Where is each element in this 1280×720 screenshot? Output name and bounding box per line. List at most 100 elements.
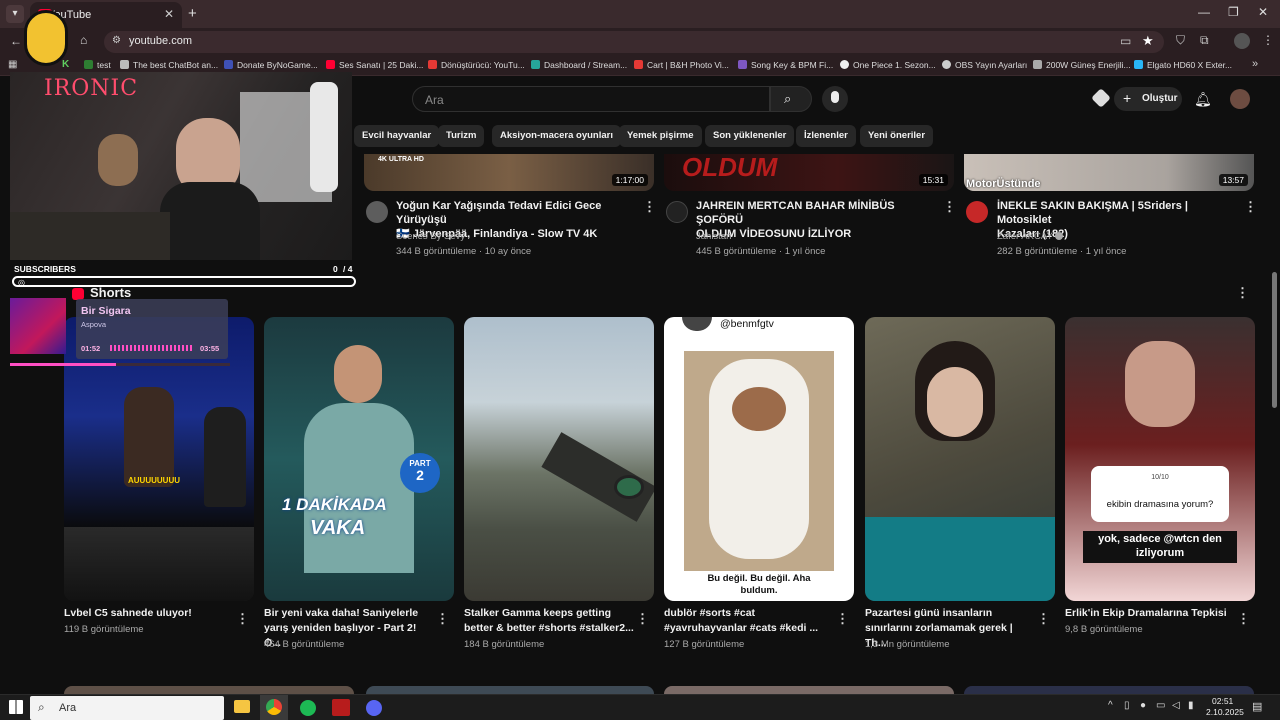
premium-spark-icon[interactable] (1091, 88, 1111, 108)
notification-center-icon[interactable]: ▤ (1252, 700, 1262, 713)
taskbar-search-input[interactable]: ⌕ Ara (30, 696, 224, 720)
video-thumbnail[interactable]: OLDUM 15:31 (664, 152, 954, 191)
bookmark-item[interactable]: 200W Güneş Enerjili... (1033, 60, 1131, 70)
chip-cooking[interactable]: Yemek pişirme (619, 125, 702, 147)
apps-grid-icon[interactable]: ▦ (8, 59, 17, 70)
minimize-icon[interactable]: — (1198, 5, 1210, 19)
create-button[interactable]: + Oluştur (1114, 87, 1182, 111)
bookmark-item[interactable]: Ses Sanatı | 25 Daki... (326, 60, 423, 70)
bookmark-item[interactable]: Song Key & BPM Fi... (738, 60, 833, 70)
shorts-more-icon[interactable]: ⋮ (1236, 285, 1249, 301)
bookmark-item[interactable]: Elgato HD60 X Exter... (1134, 60, 1232, 70)
video-thumbnail[interactable] (964, 686, 1254, 694)
discord-icon[interactable] (366, 700, 382, 716)
taskbar-item-active[interactable] (260, 695, 288, 720)
video-thumbnail[interactable]: 4K ULTRA HD 1:17:00 (364, 154, 654, 191)
song-progress-fill (10, 363, 116, 366)
short-more-icon[interactable]: ⋮ (436, 611, 449, 627)
clock-date[interactable]: 2.10.2025 (1206, 707, 1244, 717)
chip-action-games[interactable]: Aksiyon-macera oyunları (492, 125, 621, 147)
voicemod-icon[interactable] (332, 699, 350, 716)
page-scrollbar-thumb[interactable] (1272, 272, 1277, 408)
video-more-icon[interactable]: ⋮ (1244, 199, 1257, 215)
new-tab-icon[interactable]: + (188, 5, 197, 22)
video-title[interactable]: JAHREIN MERTCAN BAHAR MİNİBÜS ŞOFÖRÜ OLDU… (696, 199, 936, 241)
clock-time[interactable]: 02:51 (1212, 696, 1233, 706)
home-icon[interactable]: ⌂ (80, 33, 87, 47)
extensions-icon[interactable]: ⧉ (1200, 33, 1209, 48)
bookmark-item[interactable]: Dönüştürücü: YouTu... (428, 60, 525, 70)
bookmark-favicon-icon (84, 60, 93, 69)
short-thumbnail[interactable]: @benmfgtv Bu değil. Bu değil. Aha buldum… (664, 317, 854, 601)
browser-tab-strip: ▾ YouTube ✕ + — ❐ ✕ (0, 0, 1280, 28)
channel-name[interactable]: Scenes By Sevy (396, 231, 465, 242)
video-thumbnail[interactable] (366, 686, 654, 694)
short-title[interactable]: Erlik'in Ekip Dramalarına Tepkisi (1065, 606, 1235, 621)
chip-pets[interactable]: Evcil hayvanlar (354, 125, 440, 147)
bookmark-item[interactable]: Cart | B&H Photo Vi... (634, 60, 729, 70)
video-more-icon[interactable]: ⋮ (643, 199, 656, 215)
spotify-icon[interactable] (300, 700, 316, 716)
browser-menu-icon[interactable]: ⋮ (1262, 33, 1274, 47)
channel-name[interactable]: Jahistan (696, 231, 731, 242)
video-thumbnail[interactable] (64, 686, 354, 694)
network-icon[interactable]: ▭ (1156, 700, 1165, 711)
bookmarks-overflow-icon[interactable]: » (1252, 58, 1258, 70)
short-more-icon[interactable]: ⋮ (1037, 611, 1050, 627)
short-thumbnail[interactable]: PART 2 1 DAKİKADA VAKA (264, 317, 454, 601)
restore-icon[interactable]: ❐ (1228, 5, 1239, 19)
tray-overflow-icon[interactable]: ^ (1108, 700, 1113, 711)
tab-close-icon[interactable]: ✕ (164, 7, 174, 21)
file-explorer-icon[interactable] (234, 700, 250, 713)
voice-search-button[interactable] (822, 86, 848, 112)
bookmark-item[interactable]: OBS Yayın Ayarları (942, 60, 1027, 70)
short-title[interactable]: dublör #sorts #cat #yavruhayvanlar #cats … (664, 606, 834, 636)
search-input[interactable]: Ara (412, 86, 770, 112)
search-button[interactable]: ⌕ (770, 86, 812, 112)
video-thumbnail[interactable]: MotorÜstünde 13:57 (964, 154, 1254, 191)
chip-new-recommendations[interactable]: Yeni öneriler (860, 125, 934, 147)
short-thumbnail[interactable]: 10/10 ekibin dramasına yorum? yok, sadec… (1065, 317, 1255, 601)
back-icon[interactable]: ← (10, 34, 22, 48)
cast-icon[interactable]: ▭ (1120, 34, 1131, 48)
short-more-icon[interactable]: ⋮ (636, 611, 649, 627)
bookmark-item[interactable]: Donate ByNoGame... (224, 60, 318, 70)
bookmark-item[interactable]: test (84, 60, 111, 70)
short-more-icon[interactable]: ⋮ (1237, 611, 1250, 627)
chip-tourism[interactable]: Turizm (438, 125, 485, 147)
performer-figure (124, 387, 174, 487)
short-title[interactable]: Lvbel C5 sahnede uluyor! (64, 606, 234, 621)
address-bar[interactable]: ⚙ youtube.com ▭ ★ (104, 31, 1164, 53)
bookmark-star-icon[interactable]: ★ (1142, 33, 1154, 49)
video-thumbnail[interactable] (664, 686, 954, 694)
short-thumbnail[interactable] (865, 317, 1055, 601)
channel-avatar[interactable] (966, 201, 988, 223)
bookmark-item[interactable]: Dashboard / Stream... (531, 60, 627, 70)
site-info-icon[interactable]: ⚙ (112, 35, 121, 46)
notifications-bell-icon[interactable]: 🔔︎ (1194, 91, 1212, 108)
short-title[interactable]: Stalker Gamma keeps getting better & bett… (464, 606, 634, 636)
bookmark-item[interactable]: One Piece 1. Sezon... (840, 60, 936, 70)
battery-icon[interactable]: ▮ (1188, 700, 1194, 711)
windows-start-icon[interactable] (9, 700, 23, 714)
chip-recent[interactable]: Son yüklenenler (705, 125, 795, 147)
account-avatar[interactable] (1230, 89, 1250, 109)
short-thumbnail[interactable] (464, 317, 654, 601)
channel-name[interactable]: Zafer AKCAY (997, 231, 1064, 242)
video-more-icon[interactable]: ⋮ (943, 199, 956, 215)
kick-k-icon[interactable]: K (62, 59, 69, 70)
short-thumbnail[interactable]: AUUUUUUUU (64, 317, 254, 601)
channel-avatar[interactable] (666, 201, 688, 223)
microphone-icon[interactable]: ● (1140, 700, 1146, 711)
short-more-icon[interactable]: ⋮ (836, 611, 849, 627)
tray-app-icon[interactable]: ▯ (1124, 700, 1130, 711)
chip-watched[interactable]: İzlenenler (796, 125, 856, 147)
window-close-icon[interactable]: ✕ (1258, 5, 1268, 19)
volume-icon[interactable]: ◁ (1172, 700, 1180, 711)
bookmark-item[interactable]: The best ChatBot an... (120, 60, 218, 70)
channel-avatar[interactable] (366, 201, 388, 223)
shield-extension-icon[interactable]: ⛉ (1176, 33, 1185, 48)
profile-avatar[interactable] (1234, 33, 1250, 49)
short-more-icon[interactable]: ⋮ (236, 611, 249, 627)
tab-search-dropdown[interactable]: ▾ (6, 5, 24, 23)
